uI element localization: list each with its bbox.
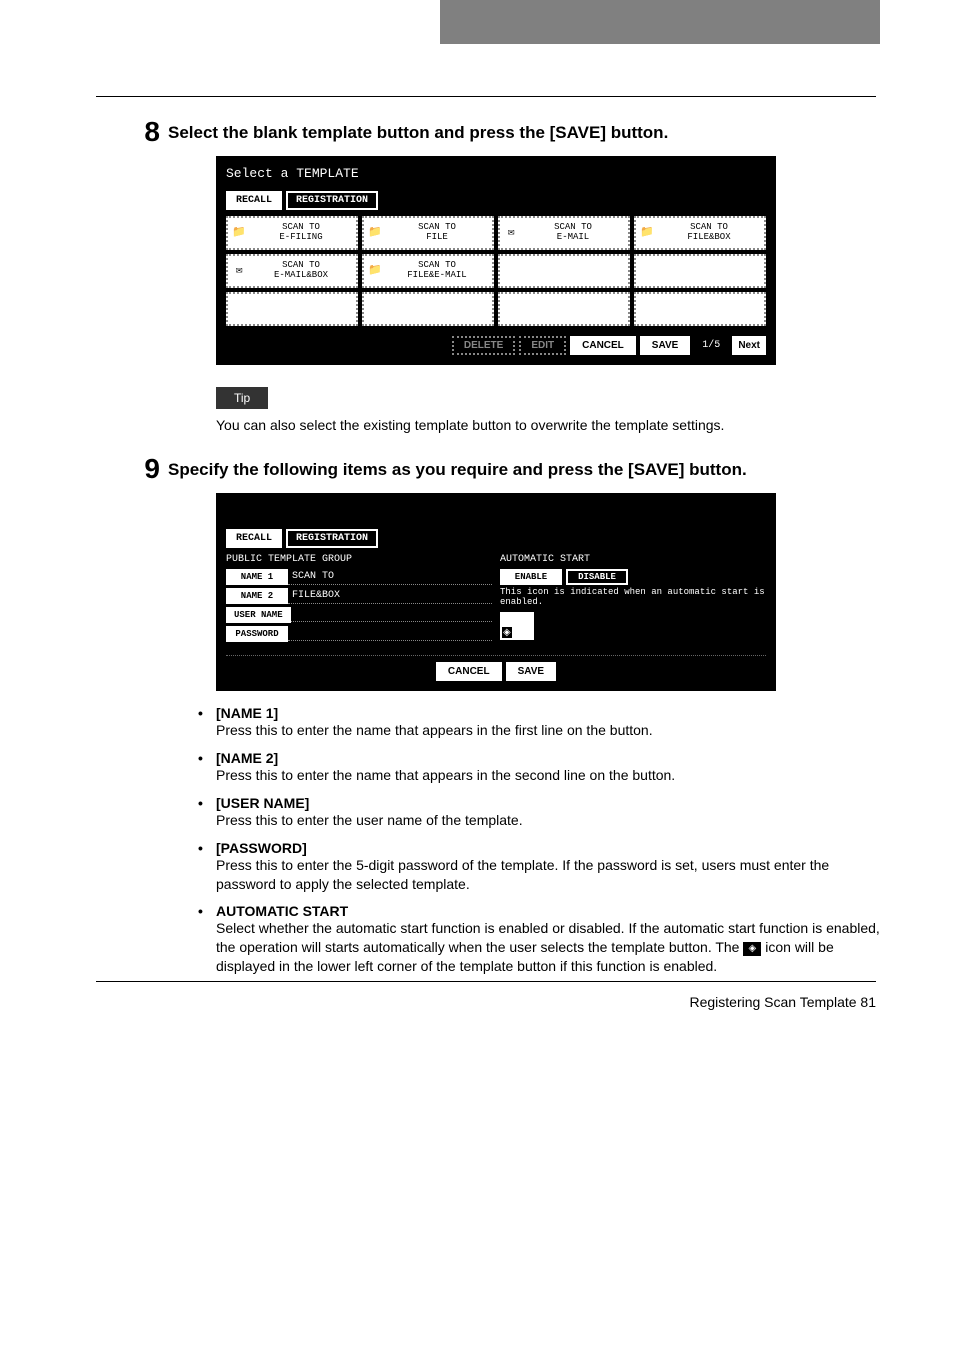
- template-slot-empty[interactable]: [498, 254, 630, 288]
- step-number: 8: [120, 118, 168, 146]
- def-password: • [PASSWORD] Press this to enter the 5-d…: [198, 840, 880, 894]
- page-indicator: 1/5: [694, 340, 728, 351]
- autostart-desc: Select whether the automatic start funct…: [216, 919, 880, 976]
- template-slot[interactable]: ✉SCAN TOE-MAIL: [498, 216, 630, 250]
- step-title: Specify the following items as you requi…: [168, 455, 747, 480]
- template-slot[interactable]: 📁SCAN TOFILE: [362, 216, 494, 250]
- step-9: 9 Specify the following items as you req…: [168, 455, 880, 483]
- template-slot[interactable]: 📁SCAN TOE-FILING: [226, 216, 358, 250]
- template-slot-empty[interactable]: [362, 292, 494, 326]
- filemail-icon: 📁: [366, 265, 384, 277]
- bullet-icon: •: [198, 705, 216, 740]
- filebox-icon: 📁: [638, 227, 656, 239]
- tab-registration[interactable]: REGISTRATION: [286, 191, 378, 210]
- tab-registration[interactable]: REGISTRATION: [286, 529, 378, 548]
- file-icon: 📁: [366, 227, 384, 239]
- bullet-icon: •: [198, 903, 216, 976]
- emailbox-icon: ✉: [230, 265, 248, 277]
- enable-button[interactable]: ENABLE: [500, 569, 562, 585]
- tip-text: You can also select the existing templat…: [216, 417, 880, 433]
- template-select-screen: Select a TEMPLATE RECALL REGISTRATION 📁S…: [216, 156, 776, 365]
- name2-button[interactable]: NAME 2: [226, 588, 288, 604]
- password-button[interactable]: PASSWORD: [226, 626, 288, 642]
- definitions-list: • [NAME 1] Press this to enter the name …: [198, 705, 880, 976]
- group-label: PUBLIC TEMPLATE GROUP: [226, 554, 492, 565]
- tab-recall[interactable]: RECALL: [226, 529, 282, 548]
- bullet-icon: •: [198, 750, 216, 785]
- def-name1: • [NAME 1] Press this to enter the name …: [198, 705, 880, 740]
- bullet-icon: •: [198, 795, 216, 830]
- efiling-icon: 📁: [230, 227, 248, 239]
- name1-value: SCAN TO: [288, 569, 492, 585]
- def-username: • [USER NAME] Press this to enter the us…: [198, 795, 880, 830]
- save-button[interactable]: SAVE: [640, 336, 691, 355]
- template-slot-empty[interactable]: [634, 292, 766, 326]
- autostart-inline-icon: ◈: [743, 942, 761, 956]
- screen-title: Select a TEMPLATE: [226, 166, 766, 181]
- step-number: 9: [120, 455, 168, 483]
- password-value: [288, 627, 492, 641]
- save-button[interactable]: SAVE: [506, 662, 557, 681]
- autostart-note: This icon is indicated when an automatic…: [500, 588, 766, 608]
- name1-button[interactable]: NAME 1: [226, 569, 288, 585]
- name2-value: FILE&BOX: [288, 588, 492, 604]
- template-slot[interactable]: 📁SCAN TOFILE&E-MAIL: [362, 254, 494, 288]
- cancel-button[interactable]: CANCEL: [436, 662, 502, 681]
- top-rule: [96, 96, 876, 97]
- next-button[interactable]: Next: [732, 336, 766, 355]
- tab-recall[interactable]: RECALL: [226, 191, 282, 210]
- footer-rule: [96, 981, 876, 982]
- def-autostart: • AUTOMATIC START Select whether the aut…: [198, 903, 880, 976]
- autostart-label: AUTOMATIC START: [500, 554, 766, 565]
- username-value: [291, 608, 492, 622]
- cancel-button[interactable]: CANCEL: [570, 336, 636, 355]
- template-slot-empty[interactable]: [498, 292, 630, 326]
- step-title: Select the blank template button and pre…: [168, 118, 668, 143]
- tip-badge: Tip: [216, 387, 268, 409]
- page-footer: Registering Scan Template 81: [689, 994, 876, 1010]
- template-slot[interactable]: 📁SCAN TOFILE&BOX: [634, 216, 766, 250]
- def-name2: • [NAME 2] Press this to enter the name …: [198, 750, 880, 785]
- username-button[interactable]: USER NAME: [226, 607, 291, 623]
- delete-button[interactable]: DELETE: [452, 336, 515, 355]
- bullet-icon: •: [198, 840, 216, 894]
- template-slot-empty[interactable]: [634, 254, 766, 288]
- header-gray-block: [440, 0, 880, 44]
- edit-button[interactable]: EDIT: [519, 336, 566, 355]
- template-settings-screen: RECALL REGISTRATION PUBLIC TEMPLATE GROU…: [216, 493, 776, 691]
- template-slot-empty[interactable]: [226, 292, 358, 326]
- template-slot[interactable]: ✉SCAN TOE-MAIL&BOX: [226, 254, 358, 288]
- step-8: 8 Select the blank template button and p…: [168, 118, 880, 146]
- email-icon: ✉: [502, 227, 520, 239]
- disable-button[interactable]: DISABLE: [566, 569, 628, 585]
- autostart-icon-preview: [500, 612, 534, 640]
